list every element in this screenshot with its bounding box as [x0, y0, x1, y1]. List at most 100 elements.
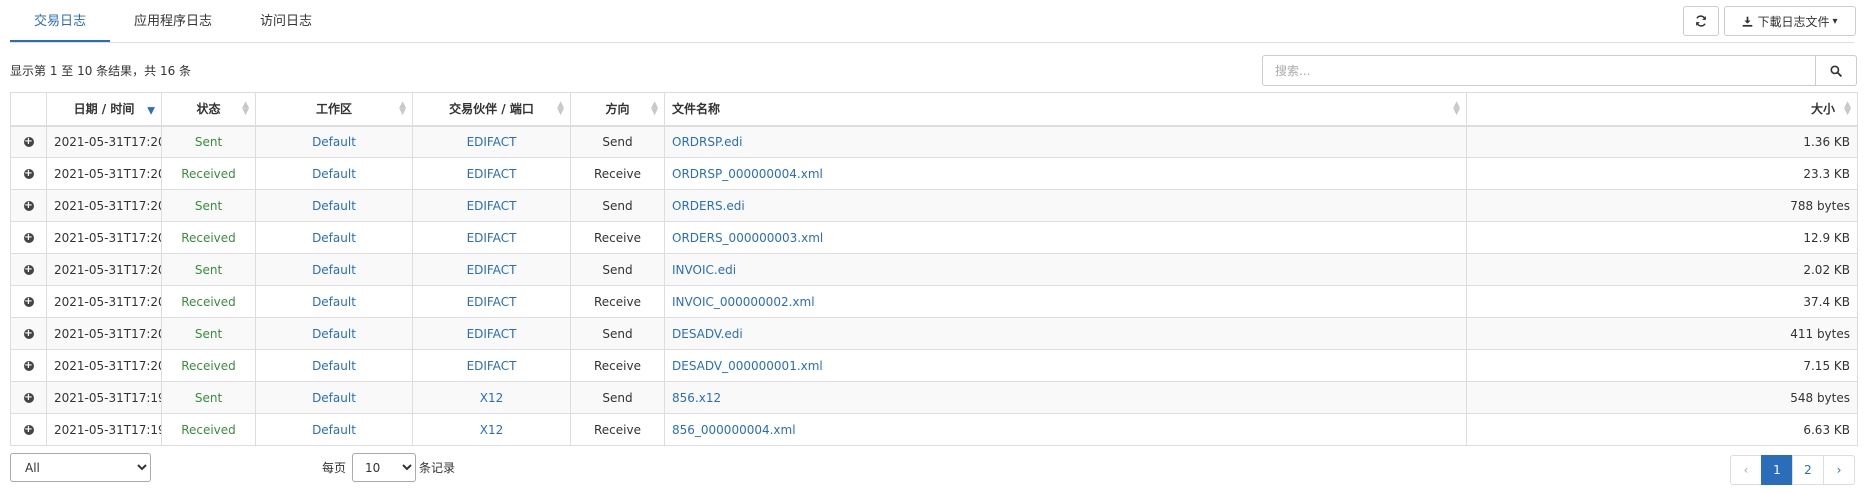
partner-link[interactable]: EDIFACT [412, 285, 571, 318]
workspace-link[interactable]: Default [255, 189, 413, 222]
date-cell: 2021-05-31T17:20:57 [46, 221, 162, 254]
table-row[interactable]: + 2021-05-31T17:19:59 Sent Default X12 S… [10, 381, 1858, 414]
search-button[interactable] [1816, 55, 1857, 86]
filename-link[interactable]: ORDERS.edi [664, 189, 1467, 222]
tabs-divider [10, 42, 1854, 43]
expand-cell: + [10, 285, 47, 318]
expand-row-icon[interactable]: + [23, 265, 34, 275]
direction-cell: Receive [570, 285, 665, 318]
expand-row-icon[interactable]: + [23, 329, 34, 339]
col-header-direction[interactable]: 方向 ▲ ▼ [570, 92, 665, 127]
workspace-link[interactable]: Default [255, 317, 413, 350]
col-header-partner[interactable]: 交易伙伴 / 端口 ▲ ▼ [412, 92, 571, 127]
partner-link[interactable]: EDIFACT [412, 349, 571, 382]
col-header-size[interactable]: 大小 ▲ ▼ [1466, 92, 1858, 127]
pagination-prev-button[interactable]: ‹ [1730, 455, 1762, 485]
table-row[interactable]: + 2021-05-31T17:20:56 Received Default E… [10, 285, 1858, 318]
size-cell: 1.36 KB [1466, 125, 1858, 158]
col-header-date-label: 日期 / 时间 [73, 102, 135, 117]
workspace-link[interactable]: Default [255, 157, 413, 190]
date-cell: 2021-05-31T17:20:56 [46, 317, 162, 350]
download-log-button[interactable]: 下載日志文件 ▾ [1724, 6, 1856, 36]
table-row[interactable]: + 2021-05-31T17:20:57 Received Default E… [10, 221, 1858, 254]
expand-cell: + [10, 317, 47, 350]
col-header-filename[interactable]: 文件名称 ▲ ▼ [664, 92, 1467, 127]
partner-link[interactable]: X12 [412, 381, 571, 414]
expand-cell: + [10, 221, 47, 254]
tab-application-log[interactable]: 应用程序日志 [110, 0, 236, 42]
partner-link[interactable]: EDIFACT [412, 157, 571, 190]
pagination: ‹ 1 2 › [1730, 455, 1855, 485]
filename-link[interactable]: 856.x12 [664, 381, 1467, 414]
col-header-status[interactable]: 状态 ▲ ▼ [161, 92, 256, 127]
filename-link[interactable]: INVOIC_000000002.xml [664, 285, 1467, 318]
col-header-date[interactable]: 日期 / 时间 ▼ [46, 92, 162, 127]
filename-link[interactable]: INVOIC.edi [664, 253, 1467, 286]
direction-cell: Receive [570, 157, 665, 190]
workspace-link[interactable]: Default [255, 285, 413, 318]
workspace-link[interactable]: Default [255, 221, 413, 254]
refresh-button[interactable] [1683, 6, 1719, 36]
pagination-page-1[interactable]: 1 [1761, 455, 1793, 485]
filename-link[interactable]: ORDRSP_000000004.xml [664, 157, 1467, 190]
sort-icon: ▲ ▼ [557, 99, 564, 117]
date-cell: 2021-05-31T17:20:56 [46, 285, 162, 318]
status-cell: Received [161, 349, 256, 382]
download-label: 下載日志文件 [1757, 14, 1830, 29]
date-cell: 2021-05-31T17:20:57 [46, 189, 162, 222]
filename-link[interactable]: DESADV.edi [664, 317, 1467, 350]
tab-access-log[interactable]: 访问日志 [236, 0, 336, 42]
workspace-link[interactable]: Default [255, 349, 413, 382]
table-row[interactable]: + 2021-05-31T17:19:59 Received Default X… [10, 413, 1858, 446]
status-filter-select[interactable]: All [10, 453, 151, 482]
partner-link[interactable]: EDIFACT [412, 253, 571, 286]
table-row[interactable]: + 2021-05-31T17:20:56 Sent Default EDIFA… [10, 253, 1858, 286]
expand-row-icon[interactable]: + [23, 169, 34, 179]
partner-link[interactable]: EDIFACT [412, 317, 571, 350]
download-icon [1743, 16, 1753, 27]
pagination-next-button[interactable]: › [1823, 455, 1855, 485]
partner-link[interactable]: EDIFACT [412, 189, 571, 222]
direction-cell: Send [570, 253, 665, 286]
expand-row-icon[interactable]: + [23, 393, 34, 403]
transaction-log-table: 日期 / 时间 ▼ 状态 ▲ ▼ 工作区 ▲ ▼ 交易伙伴 / 端口 ▲ ▼ 方向 ▲… [10, 92, 1858, 446]
col-header-filename-label: 文件名称 [672, 102, 721, 117]
table-row[interactable]: + 2021-05-31T17:20:57 Received Default E… [10, 157, 1858, 190]
workspace-link[interactable]: Default [255, 413, 413, 446]
expand-row-icon[interactable]: + [23, 425, 34, 435]
result-summary: 显示第 1 至 10 条结果，共 16 条 [10, 64, 192, 78]
table-row[interactable]: + 2021-05-31T17:20:57 Sent Default EDIFA… [10, 189, 1858, 222]
workspace-link[interactable]: Default [255, 125, 413, 158]
date-cell: 2021-05-31T17:20:56 [46, 253, 162, 286]
partner-link[interactable]: EDIFACT [412, 221, 571, 254]
workspace-link[interactable]: Default [255, 253, 413, 286]
status-cell: Received [161, 413, 256, 446]
col-header-workspace[interactable]: 工作区 ▲ ▼ [255, 92, 413, 127]
workspace-link[interactable]: Default [255, 381, 413, 414]
status-cell: Sent [161, 253, 256, 286]
expand-row-icon[interactable]: + [23, 201, 34, 211]
table-row[interactable]: + 2021-05-31T17:20:57 Sent Default EDIFA… [10, 125, 1858, 158]
filename-link[interactable]: DESADV_000000001.xml [664, 349, 1467, 382]
filename-link[interactable]: ORDRSP.edi [664, 125, 1467, 158]
status-cell: Sent [161, 125, 256, 158]
partner-link[interactable]: X12 [412, 413, 571, 446]
filename-link[interactable]: 856_000000004.xml [664, 413, 1467, 446]
table-row[interactable]: + 2021-05-31T17:20:56 Sent Default EDIFA… [10, 317, 1858, 350]
size-cell: 37.4 KB [1466, 285, 1858, 318]
expand-row-icon[interactable]: + [23, 137, 34, 148]
direction-cell: Receive [570, 413, 665, 446]
expand-row-icon[interactable]: + [23, 361, 34, 371]
filename-link[interactable]: ORDERS_000000003.xml [664, 221, 1467, 254]
col-header-partner-label: 交易伙伴 / 端口 [449, 102, 534, 117]
search-input[interactable] [1262, 55, 1816, 86]
pagination-page-2[interactable]: 2 [1792, 455, 1824, 485]
expand-row-icon[interactable]: + [23, 297, 34, 307]
partner-link[interactable]: EDIFACT [412, 125, 571, 158]
sort-icon: ▲ ▼ [1453, 99, 1460, 117]
per-page-select[interactable]: 10 [352, 453, 416, 482]
table-row[interactable]: + 2021-05-31T17:20:56 Received Default E… [10, 349, 1858, 382]
tab-transaction-log[interactable]: 交易日志 [10, 0, 111, 42]
expand-row-icon[interactable]: + [23, 233, 34, 243]
date-cell: 2021-05-31T17:20:57 [46, 125, 162, 158]
